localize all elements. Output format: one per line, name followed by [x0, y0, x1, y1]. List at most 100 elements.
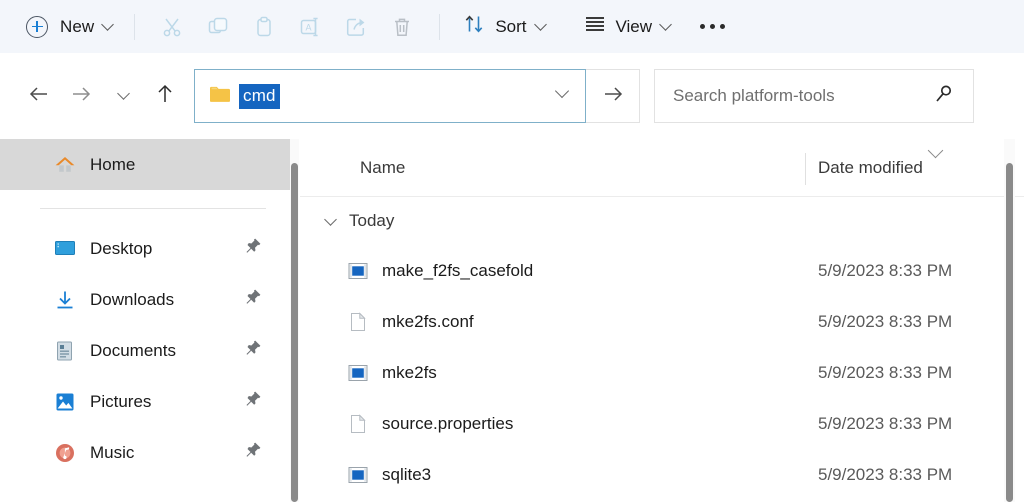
address-input[interactable]: cmd	[194, 69, 586, 123]
sidebar-item-label: Home	[90, 154, 136, 174]
sidebar-item-downloads[interactable]: Downloads	[0, 274, 290, 325]
forward-button[interactable]	[60, 75, 102, 117]
back-button[interactable]	[18, 75, 60, 117]
file-date-modified: 5/9/2023 8:33 PM	[818, 464, 953, 484]
up-button[interactable]	[144, 75, 186, 117]
pin-icon[interactable]	[244, 441, 262, 464]
ellipsis-icon	[710, 24, 716, 29]
sidebar-scrollbar-thumb[interactable]	[291, 163, 298, 502]
address-dropdown-button[interactable]	[554, 83, 570, 106]
file-list-scrollbar-thumb[interactable]	[1006, 163, 1013, 502]
delete-button[interactable]	[379, 8, 425, 46]
column-header-name[interactable]: Name	[360, 158, 405, 178]
application-icon	[348, 363, 368, 383]
table-row[interactable]: sqlite3 5/9/2023 8:33 PM	[300, 449, 1024, 500]
music-icon	[52, 442, 78, 464]
share-button[interactable]	[333, 8, 379, 46]
toolbar-divider-2	[439, 13, 441, 40]
rename-button[interactable]: A	[287, 8, 333, 46]
arrow-left-icon	[26, 81, 52, 112]
paste-button[interactable]	[241, 8, 287, 46]
file-name: make_f2fs_casefold	[382, 260, 534, 280]
sidebar-item-label: Downloads	[90, 289, 175, 309]
group-header-label: Today	[349, 211, 395, 230]
pin-icon[interactable]	[244, 390, 262, 413]
file-list-pane: Name Date modified Today make_f2fs_casef…	[300, 139, 1024, 502]
copy-icon	[206, 15, 230, 39]
folder-icon	[209, 85, 231, 108]
more-options-button[interactable]	[700, 24, 726, 29]
trash-icon	[390, 15, 414, 39]
arrow-right-icon	[68, 81, 94, 112]
document-icon	[52, 340, 78, 362]
share-icon	[344, 15, 368, 39]
sort-button[interactable]: Sort	[454, 8, 552, 46]
scissors-icon	[160, 15, 184, 39]
table-row[interactable]: make_f2fs_casefold 5/9/2023 8:33 PM	[300, 245, 1024, 296]
address-breadcrumb-segment[interactable]: cmd	[239, 83, 280, 109]
sidebar-item-home[interactable]: Home	[0, 139, 290, 190]
file-date-modified: 5/9/2023 8:33 PM	[818, 311, 953, 331]
pictures-icon	[52, 391, 78, 413]
sort-arrows-icon	[462, 12, 486, 41]
arrow-right-icon	[600, 81, 626, 112]
new-button[interactable]: New	[22, 9, 120, 45]
application-icon	[348, 261, 368, 281]
sidebar-item-documents[interactable]: Documents	[0, 325, 290, 376]
new-button-label: New	[60, 16, 95, 36]
pin-icon[interactable]	[244, 237, 262, 260]
plus-circle-icon	[26, 15, 48, 38]
sidebar-divider	[40, 208, 266, 209]
sort-button-label: Sort	[495, 16, 527, 36]
sidebar-item-desktop[interactable]: Desktop	[0, 223, 290, 274]
sidebar-item-pictures[interactable]: Pictures	[0, 376, 290, 427]
table-row[interactable]: mke2fs.conf 5/9/2023 8:33 PM	[300, 296, 1024, 347]
view-button[interactable]: View	[575, 8, 679, 46]
file-list-scrollbar[interactable]	[1004, 139, 1015, 502]
table-row[interactable]: source.properties 5/9/2023 8:33 PM	[300, 398, 1024, 449]
ellipsis-icon	[720, 24, 726, 29]
column-header-row: Name Date modified	[300, 139, 1024, 197]
sidebar-item-label: Documents	[90, 340, 176, 360]
copy-button[interactable]	[195, 8, 241, 46]
file-icon	[348, 311, 368, 332]
chevron-down-icon	[101, 18, 115, 31]
chevron-down-icon	[116, 87, 130, 100]
sidebar-item-label: Music	[90, 442, 135, 462]
ellipsis-icon	[700, 24, 706, 29]
cut-button[interactable]	[149, 8, 195, 46]
sidebar-item-music[interactable]: Music	[0, 427, 290, 478]
rename-icon: A	[298, 15, 322, 39]
sidebar-item-label: Pictures	[90, 391, 152, 411]
file-name: mke2fs.conf	[382, 311, 474, 331]
address-bar-row: cmd Search platform-tools	[0, 53, 1024, 139]
go-button[interactable]	[586, 69, 640, 123]
sort-indicator-chevron-down-icon	[927, 142, 944, 159]
home-icon	[52, 154, 78, 176]
navigation-pane[interactable]: Home Desktop Downloads Documents Picture…	[0, 139, 290, 502]
search-icon	[933, 83, 955, 110]
file-icon	[348, 413, 368, 434]
file-date-modified: 5/9/2023 8:33 PM	[818, 413, 953, 433]
chevron-down-icon	[533, 18, 547, 31]
svg-text:A: A	[306, 22, 312, 32]
sidebar-scrollbar[interactable]	[290, 139, 299, 502]
column-divider[interactable]	[805, 153, 806, 185]
recent-locations-button[interactable]	[102, 75, 144, 117]
pin-icon[interactable]	[244, 339, 262, 362]
clipboard-icon	[252, 15, 276, 39]
table-row[interactable]: mke2fs 5/9/2023 8:33 PM	[300, 347, 1024, 398]
column-header-date-modified[interactable]: Date modified	[818, 158, 923, 178]
file-name: source.properties	[382, 413, 514, 433]
search-input-placeholder[interactable]: Search platform-tools	[673, 86, 933, 106]
pin-icon[interactable]	[244, 288, 262, 311]
desktop-icon	[52, 238, 78, 260]
view-button-label: View	[615, 16, 653, 36]
list-lines-icon	[583, 13, 607, 40]
arrow-up-icon	[152, 81, 178, 112]
download-icon	[52, 289, 78, 311]
search-box[interactable]: Search platform-tools	[654, 69, 974, 123]
chevron-down-icon	[554, 83, 570, 99]
group-header-today[interactable]: Today	[300, 197, 1024, 245]
file-name: mke2fs	[382, 362, 437, 382]
